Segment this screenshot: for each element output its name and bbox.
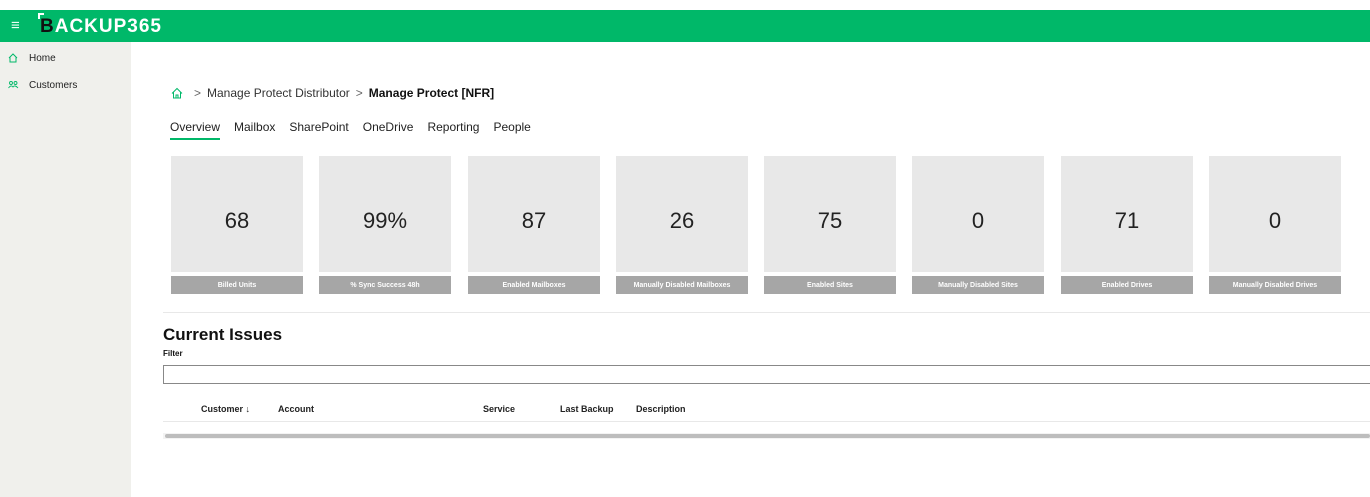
top-bar: ≡ BACKUP365 [0, 10, 1370, 42]
tab-people[interactable]: People [493, 118, 530, 140]
stat-label: Manually Disabled Sites [912, 276, 1044, 294]
stat-label: Billed Units [171, 276, 303, 294]
sidebar-item-home[interactable]: Home [7, 50, 56, 66]
stat-value: 75 [764, 156, 896, 272]
tab-bar: Overview Mailbox SharePoint OneDrive Rep… [170, 118, 545, 142]
logo-text-dark: B [40, 16, 55, 37]
tab-reporting[interactable]: Reporting [427, 118, 479, 140]
filter-input[interactable] [163, 365, 1370, 384]
scrollbar-thumb[interactable] [165, 434, 1370, 438]
stat-label: % Sync Success 48h [319, 276, 451, 294]
stat-card-disabled-sites[interactable]: 0 Manually Disabled Sites [912, 156, 1044, 294]
tab-sharepoint[interactable]: SharePoint [289, 118, 348, 140]
stat-value: 99% [319, 156, 451, 272]
tab-onedrive[interactable]: OneDrive [363, 118, 414, 140]
stat-card-billed-units[interactable]: 68 Billed Units [171, 156, 303, 294]
stat-value: 0 [912, 156, 1044, 272]
sidebar-item-customers[interactable]: Customers [7, 77, 77, 93]
home-icon[interactable] [170, 86, 184, 100]
breadcrumb-distributor[interactable]: Manage Protect Distributor [207, 86, 350, 100]
sidebar-item-label: Customers [29, 79, 78, 91]
filter-label: Filter [163, 349, 183, 358]
stat-value: 71 [1061, 156, 1193, 272]
stat-card-disabled-mailboxes[interactable]: 26 Manually Disabled Mailboxes [616, 156, 748, 294]
column-header-description[interactable]: Description [636, 404, 686, 414]
sidebar: Home Customers [0, 42, 131, 497]
stat-label: Enabled Drives [1061, 276, 1193, 294]
horizontal-scrollbar[interactable] [163, 433, 1370, 439]
home-icon [7, 52, 19, 64]
breadcrumb-separator: > [355, 86, 363, 100]
breadcrumb: > Manage Protect Distributor > Manage Pr… [170, 85, 494, 101]
section-divider [163, 312, 1370, 313]
column-header-service[interactable]: Service [483, 404, 515, 414]
people-icon [7, 79, 19, 91]
stat-value: 0 [1209, 156, 1341, 272]
column-header-last-backup[interactable]: Last Backup [560, 404, 614, 414]
sidebar-item-label: Home [29, 52, 56, 64]
issues-table-header: Customer ↓ Account Service Last Backup D… [163, 398, 1370, 422]
stat-label: Enabled Mailboxes [468, 276, 600, 294]
breadcrumb-separator: > [194, 86, 202, 100]
stat-card-enabled-sites[interactable]: 75 Enabled Sites [764, 156, 896, 294]
logo-mark-icon [38, 13, 44, 19]
breadcrumb-current: Manage Protect [NFR] [368, 86, 495, 100]
brand-logo[interactable]: BACKUP365 [38, 13, 162, 38]
hamburger-icon[interactable]: ≡ [11, 16, 20, 36]
stat-label: Manually Disabled Drives [1209, 276, 1341, 294]
tab-mailbox[interactable]: Mailbox [234, 118, 275, 140]
stat-card-enabled-drives[interactable]: 71 Enabled Drives [1061, 156, 1193, 294]
stat-value: 68 [171, 156, 303, 272]
stat-value: 87 [468, 156, 600, 272]
stat-value: 26 [616, 156, 748, 272]
stat-label: Enabled Sites [764, 276, 896, 294]
stat-label: Manually Disabled Mailboxes [616, 276, 748, 294]
logo-text-light: ACKUP365 [54, 16, 162, 37]
stat-card-sync-success[interactable]: 99% % Sync Success 48h [319, 156, 451, 294]
tab-overview[interactable]: Overview [170, 118, 221, 140]
column-header-account[interactable]: Account [278, 404, 314, 414]
section-title: Current Issues [163, 325, 283, 344]
column-header-customer[interactable]: Customer ↓ [201, 404, 250, 414]
stat-card-enabled-mailboxes[interactable]: 87 Enabled Mailboxes [468, 156, 600, 294]
stat-card-disabled-drives[interactable]: 0 Manually Disabled Drives [1209, 156, 1341, 294]
